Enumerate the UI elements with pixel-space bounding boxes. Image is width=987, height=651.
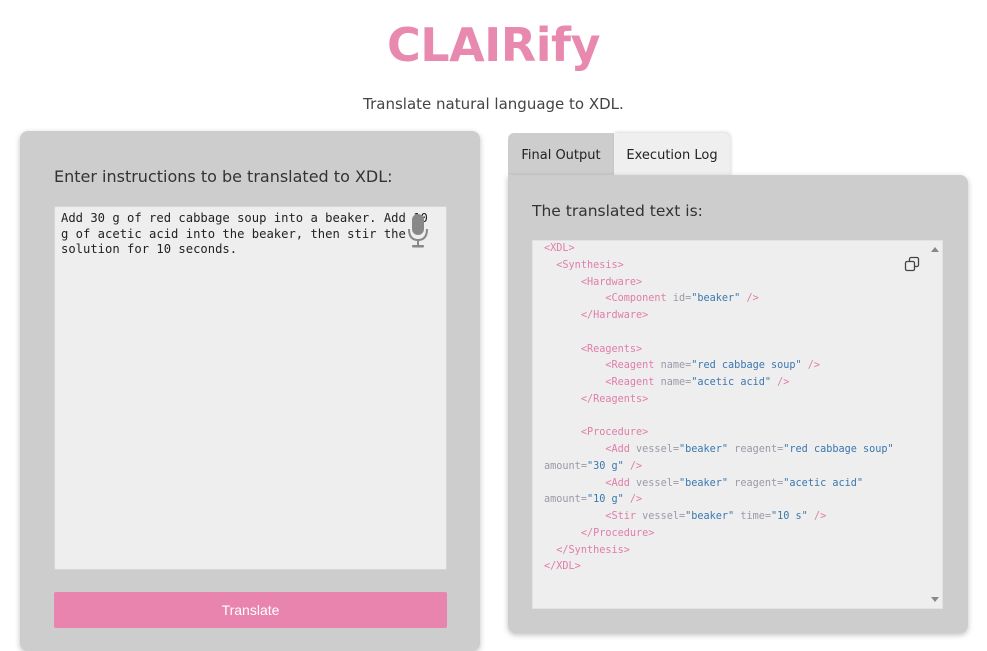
output-label: The translated text is: — [532, 202, 703, 220]
app-title: CLAIRify — [387, 18, 600, 72]
app-subtitle: Translate natural language to XDL. — [363, 95, 624, 113]
input-panel: Enter instructions to be translated to X… — [20, 131, 480, 651]
code-line: <XDL> — [544, 243, 575, 254]
code-line: <Component id="beaker" /> — [544, 293, 759, 305]
microphone-icon[interactable] — [407, 213, 429, 249]
copy-icon[interactable] — [904, 256, 920, 272]
tab-execution-log[interactable]: Execution Log — [614, 133, 730, 177]
code-line: </Hardware> — [544, 310, 649, 321]
code-line: <Reagent name="red cabbage soup" /> — [544, 360, 821, 372]
instructions-label: Enter instructions to be translated to X… — [54, 167, 393, 186]
scroll-down-icon[interactable] — [931, 597, 939, 602]
instructions-input[interactable]: Add 30 g of red cabbage soup into a beak… — [54, 206, 447, 570]
code-line: <Stir vessel="beaker" time="10 s" /> — [544, 511, 827, 522]
translate-button[interactable]: Translate — [54, 592, 447, 628]
code-line: <Synthesis> — [544, 259, 624, 271]
code-line: <Add vessel="beaker" reagent="red cabbag… — [544, 444, 894, 472]
code-line: <Reagents> — [544, 343, 643, 355]
tab-final-output[interactable]: Final Output — [508, 133, 614, 177]
xdl-code: <XDL> <Synthesis> <Hardware> <Component … — [544, 241, 929, 576]
code-line: <Reagent name="acetic acid" /> — [544, 377, 790, 388]
code-line: </Procedure> — [544, 527, 655, 539]
scroll-up-icon[interactable] — [931, 247, 939, 252]
code-line: <Add vessel="beaker" reagent="acetic aci… — [544, 477, 864, 506]
code-line: </XDL> — [544, 561, 581, 573]
output-panel: The translated text is: <XDL> <Synthesis… — [508, 175, 968, 633]
code-line: <Hardware> — [544, 276, 643, 288]
code-line: </Reagents> — [544, 393, 649, 405]
code-line: </Synthesis> — [544, 544, 630, 556]
code-line: <Procedure> — [544, 427, 649, 439]
output-scrollbar[interactable] — [928, 241, 942, 608]
xdl-output-box[interactable]: <XDL> <Synthesis> <Hardware> <Component … — [532, 240, 943, 609]
